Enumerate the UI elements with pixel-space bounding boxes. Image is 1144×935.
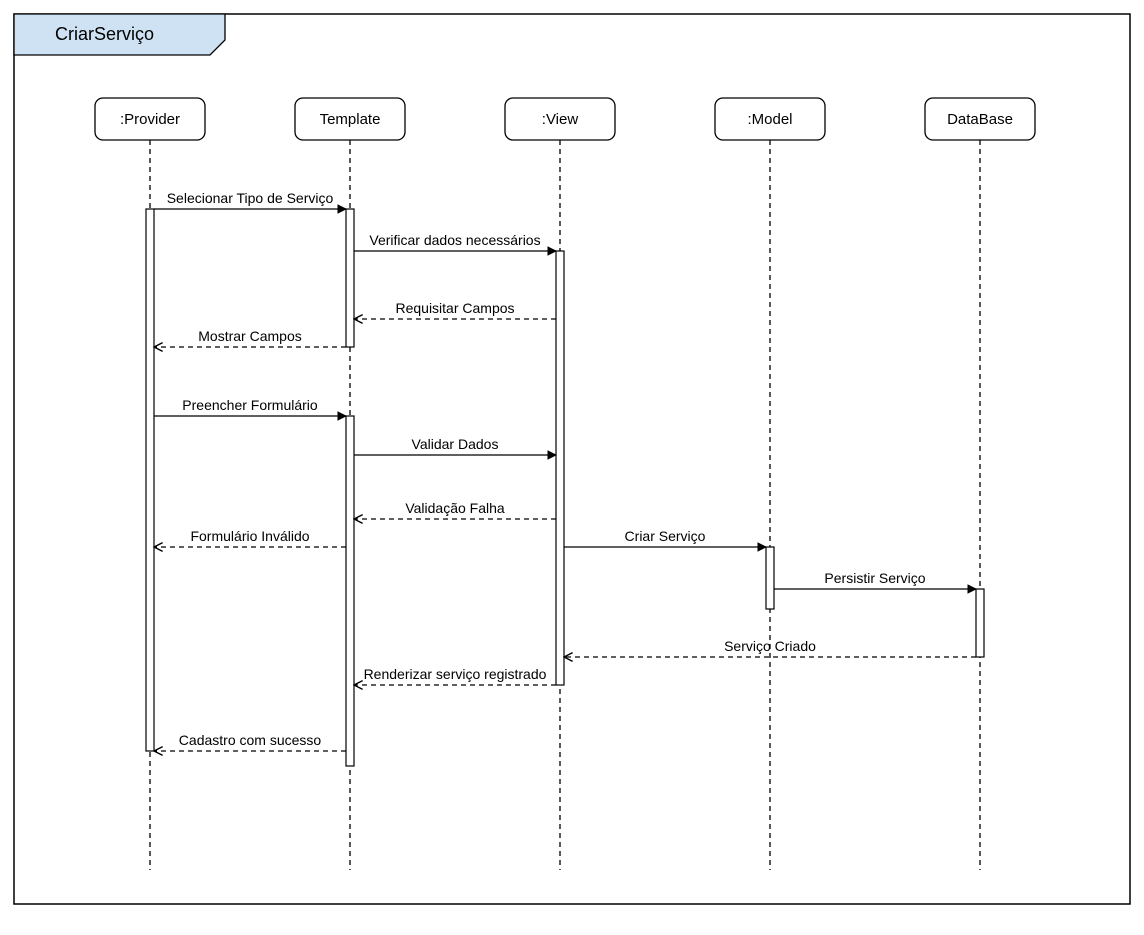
message-label-12: Cadastro com sucesso bbox=[179, 732, 322, 748]
participant-label-provider: :Provider bbox=[120, 111, 180, 128]
activation-3 bbox=[556, 251, 564, 685]
activation-4 bbox=[766, 547, 774, 609]
message-label-8: Formulário Inválido bbox=[190, 528, 309, 544]
message-label-9: Persistir Serviço bbox=[824, 570, 925, 586]
message-label-6: Validação Falha bbox=[405, 500, 505, 516]
message-label-0: Selecionar Tipo de Serviço bbox=[167, 190, 334, 206]
participant-label-view: :View bbox=[542, 111, 579, 128]
diagram-frame bbox=[14, 14, 1130, 904]
message-label-5: Validar Dados bbox=[412, 436, 499, 452]
message-label-4: Preencher Formulário bbox=[182, 397, 318, 413]
activation-5 bbox=[976, 589, 984, 657]
message-label-11: Renderizar serviço registrado bbox=[364, 666, 547, 682]
message-label-7: Criar Serviço bbox=[625, 528, 706, 544]
activation-1 bbox=[346, 209, 354, 347]
message-label-2: Requisitar Campos bbox=[395, 300, 514, 316]
message-label-3: Mostrar Campos bbox=[198, 328, 301, 344]
participant-label-template: Template bbox=[320, 111, 381, 128]
sequence-diagram: CriarServiço :Provider Template :View :Mode… bbox=[0, 0, 1144, 930]
activation-0 bbox=[146, 209, 154, 751]
activation-2 bbox=[346, 416, 354, 766]
participant-label-model: :Model bbox=[747, 111, 792, 128]
message-label-10: Serviço Criado bbox=[724, 638, 816, 654]
participant-label-database: DataBase bbox=[947, 111, 1013, 128]
message-label-1: Verificar dados necessários bbox=[369, 232, 540, 248]
diagram-title: CriarServiço bbox=[55, 24, 154, 44]
